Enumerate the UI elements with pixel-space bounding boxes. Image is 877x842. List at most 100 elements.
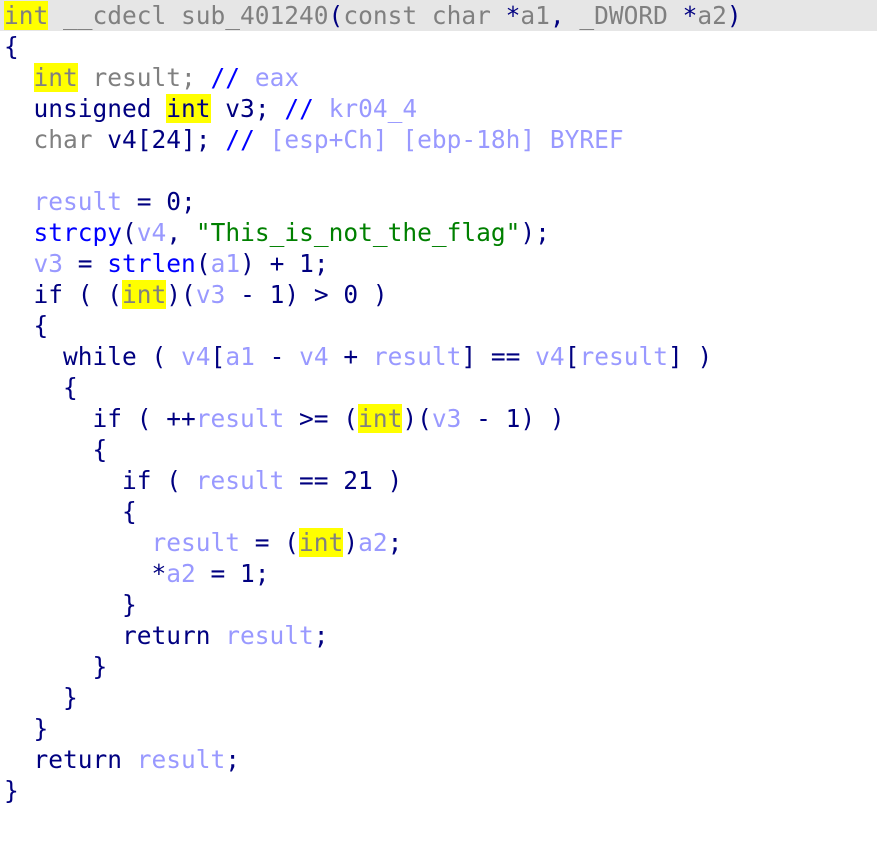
param-type-const-char: const char	[343, 1, 506, 30]
var-result[interactable]: result	[373, 342, 462, 371]
var-v4[interactable]: v4	[535, 342, 565, 371]
equals: =	[63, 249, 108, 278]
code-line-4[interactable]: unsigned int v3; // kr04_4	[0, 93, 877, 124]
code-line-25[interactable]: return result;	[0, 744, 877, 775]
bracket-close-equals: ] ==	[461, 342, 536, 371]
var-a1[interactable]: a1	[225, 342, 255, 371]
code-line-9[interactable]: v3 = strlen(a1) + 1;	[0, 248, 877, 279]
var-v4[interactable]: v4	[137, 218, 167, 247]
param-a1[interactable]: a1	[520, 1, 550, 30]
code-line-1[interactable]: int __cdecl sub_401240(const char *a1, _…	[0, 0, 877, 31]
semicolon: ;	[387, 528, 403, 557]
var-a2[interactable]: a2	[358, 528, 388, 557]
paren-open: (	[122, 218, 137, 247]
semicolon: ;	[313, 621, 329, 650]
calling-convention: __cdecl	[48, 1, 182, 30]
comma: ,	[166, 218, 196, 247]
code-line-26[interactable]: }	[0, 775, 877, 806]
code-line-5[interactable]: char v4[24]; // [esp+Ch] [ebp-18h] BYREF	[0, 124, 877, 155]
string-literal[interactable]: "This_is_not_the_flag"	[196, 218, 521, 247]
code-line-24[interactable]: }	[0, 713, 877, 744]
operator-minus: -	[254, 342, 300, 371]
code-line-17[interactable]: {	[0, 496, 877, 527]
var-result[interactable]: result	[196, 466, 285, 495]
var-v4[interactable]: v4	[181, 342, 211, 371]
code-line-11[interactable]: {	[0, 310, 877, 341]
code-line-7[interactable]: result = 0;	[0, 186, 877, 217]
array-size: [24];	[136, 125, 226, 154]
var-result[interactable]: result	[579, 342, 668, 371]
code-line-18[interactable]: result = (int)a2;	[0, 527, 877, 558]
deref-star: *	[151, 559, 167, 588]
code-line-22[interactable]: }	[0, 651, 877, 682]
var-a2[interactable]: a2	[166, 559, 196, 588]
paren-close: )	[726, 1, 742, 30]
code-line-23[interactable]: }	[0, 682, 877, 713]
function-name[interactable]: sub_401240	[181, 1, 329, 30]
comma: ,	[549, 1, 580, 30]
highlighted-token-int[interactable]: int	[166, 94, 211, 123]
code-line-20[interactable]: }	[0, 589, 877, 620]
local-decl-result[interactable]: result;	[78, 63, 211, 92]
comment-text: kr04_4	[313, 94, 418, 123]
var-v3[interactable]: v3	[432, 404, 462, 433]
brace-open: {	[4, 311, 49, 340]
local-decl-v4[interactable]: v4	[107, 125, 137, 154]
call-strlen[interactable]: strlen	[107, 249, 196, 278]
highlighted-token-int[interactable]: int	[299, 528, 344, 557]
cast-close: )(	[166, 280, 196, 309]
code-line-8[interactable]: strcpy(v4, "This_is_not_the_flag");	[0, 217, 877, 248]
highlighted-token-int[interactable]: int	[4, 1, 49, 30]
call-strcpy[interactable]: strcpy	[34, 218, 123, 247]
code-line-13[interactable]: {	[0, 372, 877, 403]
brace-open: {	[4, 435, 108, 464]
semicolon: ;	[254, 94, 285, 123]
param-type-dword: _DWORD	[579, 1, 683, 30]
code-line-2[interactable]: {	[0, 31, 877, 62]
code-line-14[interactable]: if ( ++result >= (int)(v3 - 1) )	[0, 403, 877, 434]
var-result[interactable]: result	[196, 404, 285, 433]
keyword-return: return	[122, 621, 226, 650]
code-line-21[interactable]: return result;	[0, 620, 877, 651]
var-v3[interactable]: v3	[196, 280, 226, 309]
var-result[interactable]: result	[152, 528, 241, 557]
var-result[interactable]: result	[225, 621, 314, 650]
var-v4[interactable]: v4	[299, 342, 329, 371]
brace-open: {	[4, 32, 19, 61]
pseudocode-view[interactable]: int __cdecl sub_401240(const char *a1, _…	[0, 0, 877, 842]
code-line-16[interactable]: if ( result == 21 )	[0, 465, 877, 496]
brace-close: }	[4, 714, 49, 743]
param-a2[interactable]: a2	[697, 1, 727, 30]
var-a1[interactable]: a1	[211, 249, 241, 278]
code-line-15[interactable]: {	[0, 434, 877, 465]
code-line-3[interactable]: int result; // eax	[0, 62, 877, 93]
comment-text: eax	[240, 63, 300, 92]
cast-close: )	[343, 528, 359, 557]
equals-cast-open: = (	[240, 528, 300, 557]
paren-open: (	[328, 1, 344, 30]
code-line-6[interactable]	[0, 155, 877, 186]
code-line-12[interactable]: while ( v4[a1 - v4 + result] == v4[resul…	[0, 341, 877, 372]
var-result[interactable]: result	[137, 745, 226, 774]
local-decl-v3[interactable]: v3	[211, 94, 255, 123]
highlighted-token-int[interactable]: int	[358, 404, 403, 433]
code-line-19[interactable]: *a2 = 1;	[0, 558, 877, 589]
highlighted-token-int[interactable]: int	[33, 63, 78, 92]
keyword-if: if ( (	[33, 280, 123, 309]
comment-text: [esp+Ch] [ebp-18h] BYREF	[254, 125, 624, 154]
highlighted-token-int[interactable]: int	[122, 280, 167, 309]
code-line-10[interactable]: if ( (int)(v3 - 1) > 0 )	[0, 279, 877, 310]
brace-close: }	[4, 590, 137, 619]
var-v3[interactable]: v3	[34, 249, 64, 278]
bracket-open: [	[210, 342, 226, 371]
var-result[interactable]: result	[34, 187, 123, 216]
keyword-while: while (	[63, 342, 182, 371]
